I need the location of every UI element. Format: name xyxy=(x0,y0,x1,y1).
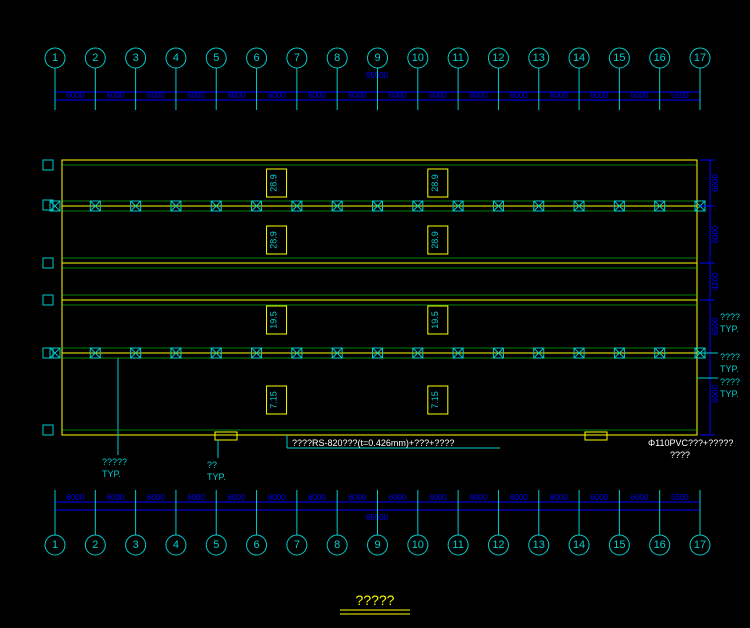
svg-text:3: 3 xyxy=(133,52,139,64)
svg-text:8: 8 xyxy=(334,539,340,551)
svg-text:6000: 6000 xyxy=(268,91,286,100)
svg-text:6000: 6000 xyxy=(429,493,447,502)
svg-text:3: 3 xyxy=(133,539,139,551)
svg-text:6000: 6000 xyxy=(308,493,326,502)
svg-text:14: 14 xyxy=(573,539,585,551)
svg-text:6000: 6000 xyxy=(590,91,608,100)
svg-text:28.9: 28.9 xyxy=(430,231,440,249)
svg-text:6000: 6000 xyxy=(147,91,165,100)
svg-text:7: 7 xyxy=(294,52,300,64)
svg-text:5: 5 xyxy=(213,52,219,64)
svg-text:6000: 6000 xyxy=(469,91,487,100)
svg-text:????: ???? xyxy=(720,377,740,387)
svg-text:6000: 6000 xyxy=(187,91,205,100)
svg-text:10: 10 xyxy=(412,539,424,551)
svg-text:13: 13 xyxy=(533,52,545,64)
spec-note: ????RS-820???(t=0.426mm)+???+???? xyxy=(292,438,454,448)
svg-text:28.9: 28.9 xyxy=(269,231,279,249)
svg-text:19.5: 19.5 xyxy=(430,311,440,329)
svg-text:?????: ????? xyxy=(102,457,127,467)
svg-text:TYP.: TYP. xyxy=(102,469,121,479)
svg-text:6000: 6000 xyxy=(389,493,407,502)
svg-text:7.15: 7.15 xyxy=(269,391,279,409)
svg-text:4: 4 xyxy=(173,52,179,64)
svg-text:??: ?? xyxy=(207,460,217,470)
svg-text:7.15: 7.15 xyxy=(430,391,440,409)
svg-text:6000: 6000 xyxy=(590,493,608,502)
svg-text:5: 5 xyxy=(213,539,219,551)
svg-text:6000: 6000 xyxy=(66,91,84,100)
svg-text:6000: 6000 xyxy=(389,91,407,100)
svg-text:10: 10 xyxy=(412,52,424,64)
svg-text:15: 15 xyxy=(613,539,625,551)
svg-text:5500: 5500 xyxy=(671,493,689,502)
svg-text:11: 11 xyxy=(452,539,463,551)
svg-text:6000: 6000 xyxy=(550,91,568,100)
svg-text:6000: 6000 xyxy=(268,493,286,502)
svg-text:6000: 6000 xyxy=(510,493,528,502)
svg-text:8: 8 xyxy=(334,52,340,64)
svg-text:6000: 6000 xyxy=(107,91,125,100)
svg-text:12: 12 xyxy=(492,52,504,64)
svg-text:2: 2 xyxy=(92,52,98,64)
svg-text:2: 2 xyxy=(92,539,98,551)
svg-text:6: 6 xyxy=(254,539,260,551)
svg-text:????: ???? xyxy=(720,352,740,362)
svg-text:6000: 6000 xyxy=(187,493,205,502)
svg-text:6000: 6000 xyxy=(469,493,487,502)
svg-text:6000: 6000 xyxy=(107,493,125,502)
svg-text:????: ???? xyxy=(720,312,740,322)
svg-text:9: 9 xyxy=(374,52,380,64)
svg-text:6500: 6500 xyxy=(711,317,720,335)
svg-text:16: 16 xyxy=(654,52,666,64)
svg-text:1: 1 xyxy=(52,52,58,64)
svg-text:6000: 6000 xyxy=(510,91,528,100)
svg-text:4: 4 xyxy=(173,539,179,551)
svg-text:6: 6 xyxy=(254,52,260,64)
svg-text:6000: 6000 xyxy=(711,174,720,192)
svg-text:17: 17 xyxy=(694,52,706,64)
svg-text:15: 15 xyxy=(613,52,625,64)
svg-text:6000: 6000 xyxy=(711,225,720,243)
svg-text:28.9: 28.9 xyxy=(269,174,279,192)
svg-text:6000: 6000 xyxy=(228,91,246,100)
svg-text:????: ???? xyxy=(670,450,690,460)
svg-text:TYP.: TYP. xyxy=(720,389,739,399)
svg-text:6000: 6000 xyxy=(348,91,366,100)
svg-text:6000: 6000 xyxy=(711,385,720,403)
svg-text:12: 12 xyxy=(492,539,504,551)
svg-text:17: 17 xyxy=(694,539,706,551)
svg-text:11: 11 xyxy=(452,52,463,64)
svg-text:TYP.: TYP. xyxy=(720,364,739,374)
svg-text:1: 1 xyxy=(52,539,58,551)
svg-text:16: 16 xyxy=(654,539,666,551)
svg-text:19.5: 19.5 xyxy=(269,311,279,329)
cad-drawing: 9 5500 1 6000 2 6000 3 6000 4 6000 5 6000 6 6000 7 600… xyxy=(0,0,750,628)
svg-text:13: 13 xyxy=(533,539,545,551)
svg-text:5500: 5500 xyxy=(671,91,689,100)
svg-text:4200: 4200 xyxy=(711,272,720,290)
svg-text:6000: 6000 xyxy=(631,493,649,502)
svg-text:7: 7 xyxy=(294,539,300,551)
leaders: ????? TYP. ?? TYP. ????RS-820???(t=0.426… xyxy=(102,358,733,482)
svg-text:6000: 6000 xyxy=(147,493,165,502)
svg-text:6000: 6000 xyxy=(550,493,568,502)
svg-text:TYP.: TYP. xyxy=(720,324,739,334)
drawing-title: ????? xyxy=(356,592,395,608)
svg-text:6000: 6000 xyxy=(429,91,447,100)
svg-text:TYP.: TYP. xyxy=(207,472,226,482)
svg-text:6000: 6000 xyxy=(308,91,326,100)
svg-text:9: 9 xyxy=(374,539,380,551)
svg-text:6000: 6000 xyxy=(228,493,246,502)
svg-text:6000: 6000 xyxy=(631,91,649,100)
svg-text:6000: 6000 xyxy=(348,493,366,502)
svg-text:14: 14 xyxy=(573,52,585,64)
svg-text:6000: 6000 xyxy=(66,493,84,502)
pvc-note: Φ110PVC???+????? xyxy=(648,438,733,448)
svg-text:28.9: 28.9 xyxy=(430,174,440,192)
